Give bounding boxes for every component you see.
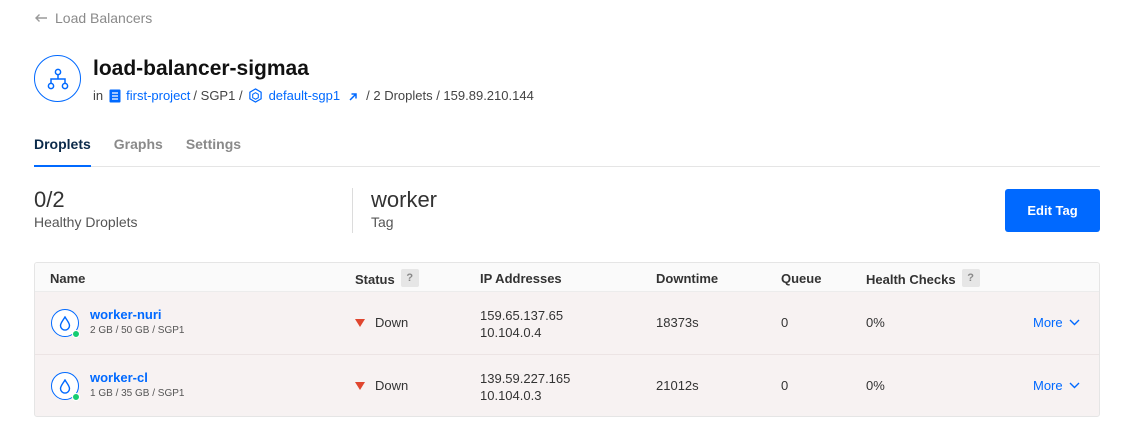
col-queue: Queue [781, 271, 822, 286]
ip-cell: 159.65.137.65 10.104.0.4 [480, 307, 563, 341]
back-link-label: Load Balancers [55, 10, 153, 26]
tag-stat: worker Tag [371, 187, 437, 230]
droplet-icon [51, 309, 80, 338]
downtime-cell: 21012s [656, 378, 699, 393]
droplet-spec: 1 GB / 35 GB / SGP1 [90, 388, 185, 399]
col-health-checks: Health Checks ? [866, 269, 980, 287]
tab-droplets[interactable]: Droplets [34, 136, 91, 167]
edit-tag-button[interactable]: Edit Tag [1005, 189, 1100, 232]
health-cell: 0% [866, 378, 885, 393]
droplets-table: Name Status ? IP Addresses Downtime Queu… [34, 262, 1100, 417]
external-link-icon[interactable] [348, 92, 358, 102]
col-downtime: Downtime [656, 271, 719, 286]
project-link[interactable]: first-project [126, 88, 190, 103]
queue-cell: 0 [781, 378, 789, 393]
col-ip: IP Addresses [480, 271, 562, 286]
ip-public: 159.65.137.65 [480, 308, 564, 323]
breadcrumb: in first-project / SGP1 / default-sgp1 /… [93, 88, 534, 103]
online-status-dot [72, 393, 80, 401]
back-link[interactable]: Load Balancers [34, 10, 152, 26]
ip-private: 10.104.0.4 [480, 325, 542, 340]
health-help-icon[interactable]: ? [961, 269, 980, 287]
arrow-left-icon [35, 14, 47, 22]
status-down-icon [355, 318, 365, 327]
tag-label: Tag [371, 214, 394, 230]
meta-summary: / 2 Droplets / 159.89.210.144 [366, 88, 534, 103]
droplet-name-link[interactable]: worker-nuri [90, 307, 162, 322]
stat-divider [352, 188, 353, 233]
table-row: worker-cl 1 GB / 35 GB / SGP1 Down 139.5… [35, 354, 1099, 416]
health-cell: 0% [866, 315, 885, 330]
more-menu-button[interactable]: More [1033, 378, 1080, 393]
status-help-icon[interactable]: ? [400, 269, 419, 287]
table-row: worker-nuri 2 GB / 50 GB / SGP1 Down 159… [35, 292, 1099, 354]
project-icon [109, 89, 121, 102]
droplet-name-link[interactable]: worker-cl [90, 370, 148, 385]
healthy-droplets-stat: 0/2 Healthy Droplets [34, 187, 138, 230]
col-status: Status ? [355, 269, 419, 287]
status-down-icon [355, 381, 365, 390]
ip-cell: 139.59.227.165 10.104.0.3 [480, 370, 570, 404]
meta-in: in [93, 88, 104, 103]
tab-bar: Droplets Graphs Settings [34, 136, 1100, 167]
chevron-down-icon [1069, 319, 1080, 326]
table-header: Name Status ? IP Addresses Downtime Queu… [35, 263, 1099, 292]
vpc-link[interactable]: default-sgp1 [269, 88, 341, 103]
tag-value: worker [371, 187, 438, 212]
meta-region: / SGP1 / [193, 88, 243, 103]
status-cell: Down [355, 315, 408, 330]
droplet-icon [51, 372, 80, 401]
ip-public: 139.59.227.165 [480, 371, 571, 386]
more-menu-button[interactable]: More [1033, 315, 1080, 330]
ip-private: 10.104.0.3 [480, 388, 542, 403]
droplet-spec: 2 GB / 50 GB / SGP1 [90, 325, 185, 336]
healthy-label: Healthy Droplets [34, 214, 138, 230]
col-name: Name [50, 271, 86, 286]
tab-settings[interactable]: Settings [186, 136, 241, 167]
downtime-cell: 18373s [656, 315, 699, 330]
chevron-down-icon [1069, 382, 1080, 389]
load-balancer-icon [34, 55, 81, 102]
healthy-count: 0/2 [34, 187, 65, 212]
status-cell: Down [355, 378, 408, 393]
page-title: load-balancer-sigmaa [93, 57, 309, 80]
online-status-dot [72, 330, 80, 338]
tab-graphs[interactable]: Graphs [114, 136, 163, 167]
queue-cell: 0 [781, 315, 789, 330]
vpc-icon [248, 88, 262, 103]
